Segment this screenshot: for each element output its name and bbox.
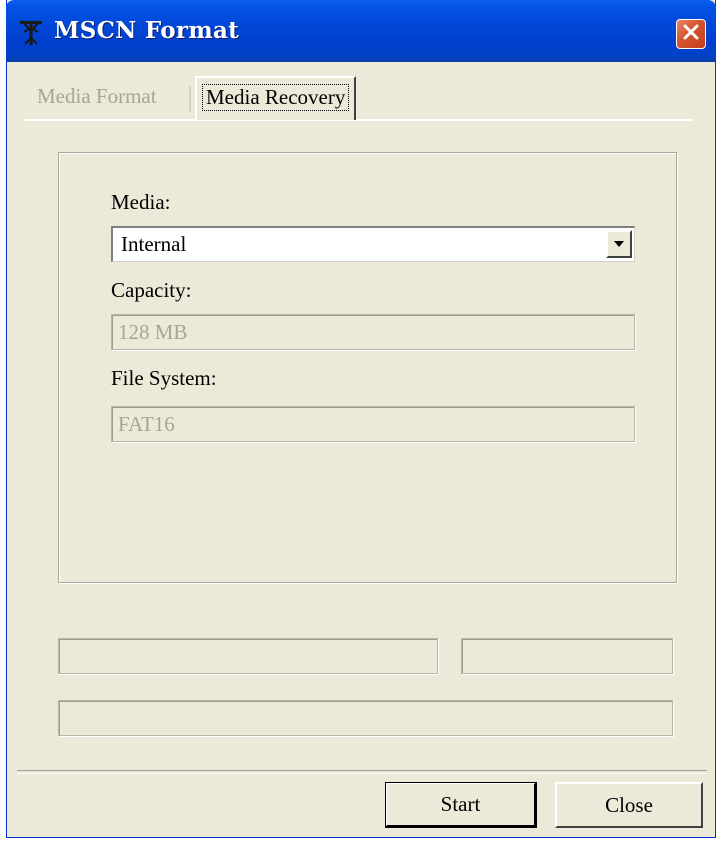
media-select-dropdown-button[interactable] (606, 230, 632, 258)
title-bar[interactable]: MSCN Format (6, 0, 716, 62)
capacity-field: 128 MB (111, 314, 635, 350)
tab-panel-edge (23, 119, 693, 121)
dialog-window: MSCN Format Media Format Media Recovery … (6, 0, 716, 838)
close-x-icon (682, 23, 700, 46)
filesystem-value: FAT16 (118, 412, 175, 436)
footer-separator (17, 770, 707, 774)
filesystem-label: File System: (111, 366, 217, 390)
window-title: MSCN Format (54, 17, 240, 44)
tab-media-recovery-label: Media Recovery (202, 84, 350, 111)
media-label: Media: (111, 190, 171, 214)
media-select[interactable]: Internal (111, 226, 635, 262)
window-close-button[interactable] (676, 19, 706, 49)
close-button[interactable]: Close (555, 782, 703, 828)
tab-separator (189, 86, 191, 112)
dropdown-arrow-icon (613, 235, 625, 253)
media-select-value: Internal (121, 232, 187, 256)
capacity-label: Capacity: (111, 278, 192, 302)
antenna-icon (18, 18, 44, 46)
tab-media-format[interactable]: Media Format (37, 84, 157, 109)
filesystem-field: FAT16 (111, 406, 635, 442)
progress-box (58, 700, 673, 736)
status-box-right (461, 638, 673, 674)
status-box-left (58, 638, 438, 674)
capacity-value: 128 MB (118, 320, 188, 344)
tab-media-recovery[interactable]: Media Recovery (195, 76, 357, 120)
start-button[interactable]: Start (385, 782, 537, 828)
